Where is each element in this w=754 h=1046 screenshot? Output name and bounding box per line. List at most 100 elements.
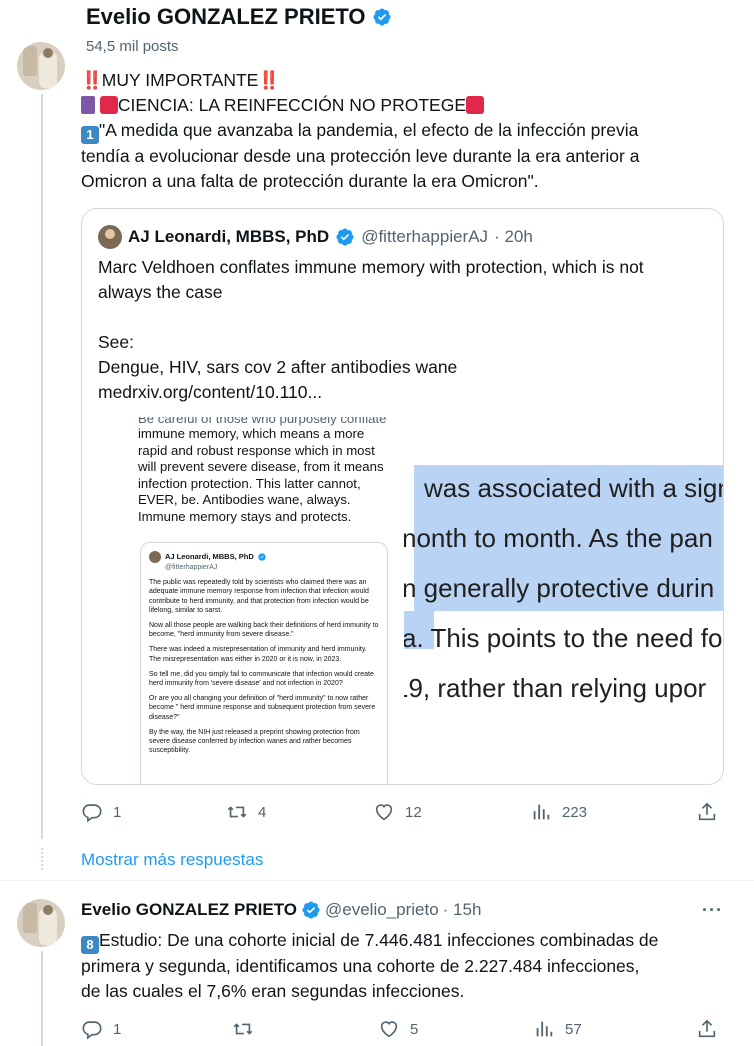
- tweet-line-1: 8 Estudio: De una cohorte inicial de 7.44…: [81, 928, 731, 954]
- tweet-text: 8 Estudio: De una cohorte inicial de 7.44…: [81, 928, 731, 1004]
- image-right-excerpt: was associated with a sign nonth to mont…: [404, 455, 724, 755]
- inner-paragraph: There was indeed a misrepresentation of …: [149, 646, 367, 663]
- double-exclamation-icon: ‼️: [81, 70, 103, 90]
- tweet-line-text: CIENCIA: LA REINFECCIÓN NO PROTEGE: [117, 95, 466, 115]
- repost-icon: [227, 806, 247, 818]
- inner-paragraph: Now all those people are walking back th…: [149, 622, 379, 639]
- verified-badge-icon: [372, 8, 391, 26]
- like-button[interactable]: 5: [378, 1018, 418, 1040]
- views-button[interactable]: 57: [533, 1018, 582, 1040]
- reply-count: 1: [113, 803, 122, 821]
- excerpt-line: a. This points to the need fo: [404, 623, 723, 653]
- excerpt-line: n generally protective durin: [404, 573, 715, 603]
- inner-paragraph: So tell me, did you simply fail to commu…: [149, 670, 374, 688]
- repost-icon: [233, 1023, 253, 1035]
- image-text-line: infection protection. This latter cannot…: [138, 475, 361, 491]
- tweet-line-4: tendía a evolucionar desde una protecció…: [81, 146, 640, 166]
- excerpt-line: 19, rather than relying upor: [404, 673, 707, 703]
- double-exclamation-icon: ‼️: [258, 70, 280, 90]
- image-inner-tweet-card: AJ Leonardi, MBBS, PhD @fitterhappierAJ …: [140, 542, 388, 784]
- excerpt-line: was associated with a sign: [424, 473, 724, 503]
- verified-badge-icon: [302, 901, 320, 919]
- quoted-tweet-header: AJ Leonardi, MBBS, PhD @fitterhappierAJ …: [98, 225, 533, 249]
- thread-dotted-line: [41, 848, 43, 870]
- image-text-line: Immune memory stays and protects.: [138, 508, 352, 524]
- reply-icon: [82, 804, 102, 823]
- quoted-tweet-card[interactable]: AJ Leonardi, MBBS, PhD @fitterhappierAJ …: [81, 208, 724, 785]
- excerpt-line: nonth to month. As the pan: [404, 523, 713, 553]
- image-text-line: rapid and robust response which in most: [138, 442, 375, 458]
- views-button[interactable]: 223: [530, 801, 587, 823]
- quoted-attached-image[interactable]: Be careful of those who purposely confla…: [82, 417, 724, 784]
- tweet-line-text: "A medida que avanzaba la pandemia, el e…: [99, 120, 639, 140]
- inner-paragraph: By the way, the NIH just released a prep…: [149, 728, 360, 755]
- show-more-replies-link[interactable]: Mostrar más respuestas: [81, 850, 263, 870]
- quoted-see-label: See:: [98, 332, 134, 352]
- views-count: 223: [562, 803, 588, 821]
- avatar[interactable]: [17, 899, 65, 947]
- heart-icon: [380, 1021, 398, 1038]
- quoted-avatar[interactable]: [98, 225, 122, 249]
- author-handle[interactable]: @evelio_prieto: [325, 900, 439, 920]
- like-count: 5: [410, 1020, 419, 1038]
- profile-header: Evelio GONZALEZ PRIETO 54,5 mil posts: [0, 0, 754, 64]
- like-count: 12: [405, 803, 422, 821]
- profile-name-row: Evelio GONZALEZ PRIETO: [86, 4, 392, 30]
- views-count: 57: [565, 1020, 582, 1038]
- inner-paragraph: Or are you all changing your definition …: [149, 695, 376, 721]
- quoted-list-line: Dengue, HIV, sars cov 2 after antibodies…: [98, 357, 458, 377]
- heart-icon: [375, 804, 393, 821]
- tweet-line-1: ‼️MUY IMPORTANTE‼️: [81, 68, 721, 93]
- keycap-number-icon: 1: [81, 126, 99, 144]
- timestamp[interactable]: · 15h: [443, 900, 482, 920]
- inner-paragraph: The public was repeatedly told by scient…: [149, 579, 369, 614]
- tweet-header: Evelio GONZALEZ PRIETO @evelio_prieto · …: [81, 900, 481, 920]
- quoted-tweet-text: Marc Veldhoen conflates immune memory wi…: [98, 255, 713, 405]
- tweet-text: ‼️MUY IMPORTANTE‼️ CIENCIA: LA REINFECCI…: [81, 68, 721, 194]
- image-text-line: EVER, be. Antibodies wane, always.: [138, 492, 351, 507]
- reply-icon: [82, 1021, 102, 1040]
- thread-line: [41, 94, 43, 839]
- tweet-line-3: de las cuales el 7,6% eran segundas infe…: [81, 981, 465, 1001]
- views-chart-icon: [536, 1021, 553, 1037]
- inner-author-name: AJ Leonardi, MBBS, PhD: [165, 552, 254, 562]
- keycap-number-icon: 8: [81, 936, 99, 954]
- red-square-icon: [466, 96, 484, 114]
- quoted-author-name[interactable]: AJ Leonardi, MBBS, PhD: [128, 227, 329, 247]
- reply-button[interactable]: 1: [81, 1018, 121, 1040]
- image-text-line: will prevent severe disease, from it mea…: [138, 459, 384, 474]
- repost-count: 4: [258, 803, 267, 821]
- share-icon: [698, 1019, 716, 1038]
- verified-badge-icon: [336, 228, 354, 246]
- tweet-line-text: Estudio: De una cohorte inicial de 7.446…: [99, 930, 659, 950]
- quoted-timestamp[interactable]: · 20h: [494, 227, 533, 247]
- verified-badge-icon: [258, 553, 266, 561]
- quoted-text-line: Marc Veldhoen conflates immune memory wi…: [98, 257, 644, 277]
- inner-author-handle: @fitterhappierAJ: [165, 564, 218, 571]
- inner-avatar: [149, 551, 161, 563]
- quoted-text-line: always the case: [98, 282, 223, 302]
- reply-button[interactable]: 1: [81, 801, 121, 823]
- avatar[interactable]: [17, 42, 65, 90]
- tweet-line-5: Omicron a una falta de protección durant…: [81, 171, 539, 191]
- share-button[interactable]: [696, 801, 718, 823]
- quoted-link[interactable]: medrxiv.org/content/10.110...: [98, 380, 713, 405]
- thread-line: [41, 951, 43, 1046]
- tweet-line-text: MUY IMPORTANTE: [101, 70, 259, 90]
- like-button[interactable]: 12: [373, 801, 422, 823]
- thread-spool-icon: [81, 96, 95, 114]
- posts-count: 54,5 mil posts: [86, 38, 179, 55]
- more-options-icon[interactable]: ···: [702, 900, 723, 921]
- share-button[interactable]: [696, 1018, 718, 1040]
- repost-button[interactable]: [232, 1018, 264, 1040]
- image-text-line: immune memory, which means a more: [138, 426, 365, 441]
- profile-name: Evelio GONZALEZ PRIETO: [86, 4, 366, 29]
- share-icon: [698, 802, 716, 821]
- quoted-author-handle[interactable]: @fitterhappierAJ: [361, 227, 488, 247]
- repost-button[interactable]: 4: [226, 801, 266, 823]
- author-name[interactable]: Evelio GONZALEZ PRIETO: [81, 900, 297, 920]
- divider: [0, 880, 754, 881]
- inner-tweet-header: AJ Leonardi, MBBS, PhD: [149, 551, 379, 563]
- tweet-line-3: 1 "A medida que avanzaba la pandemia, el …: [81, 118, 721, 144]
- views-chart-icon: [533, 804, 550, 820]
